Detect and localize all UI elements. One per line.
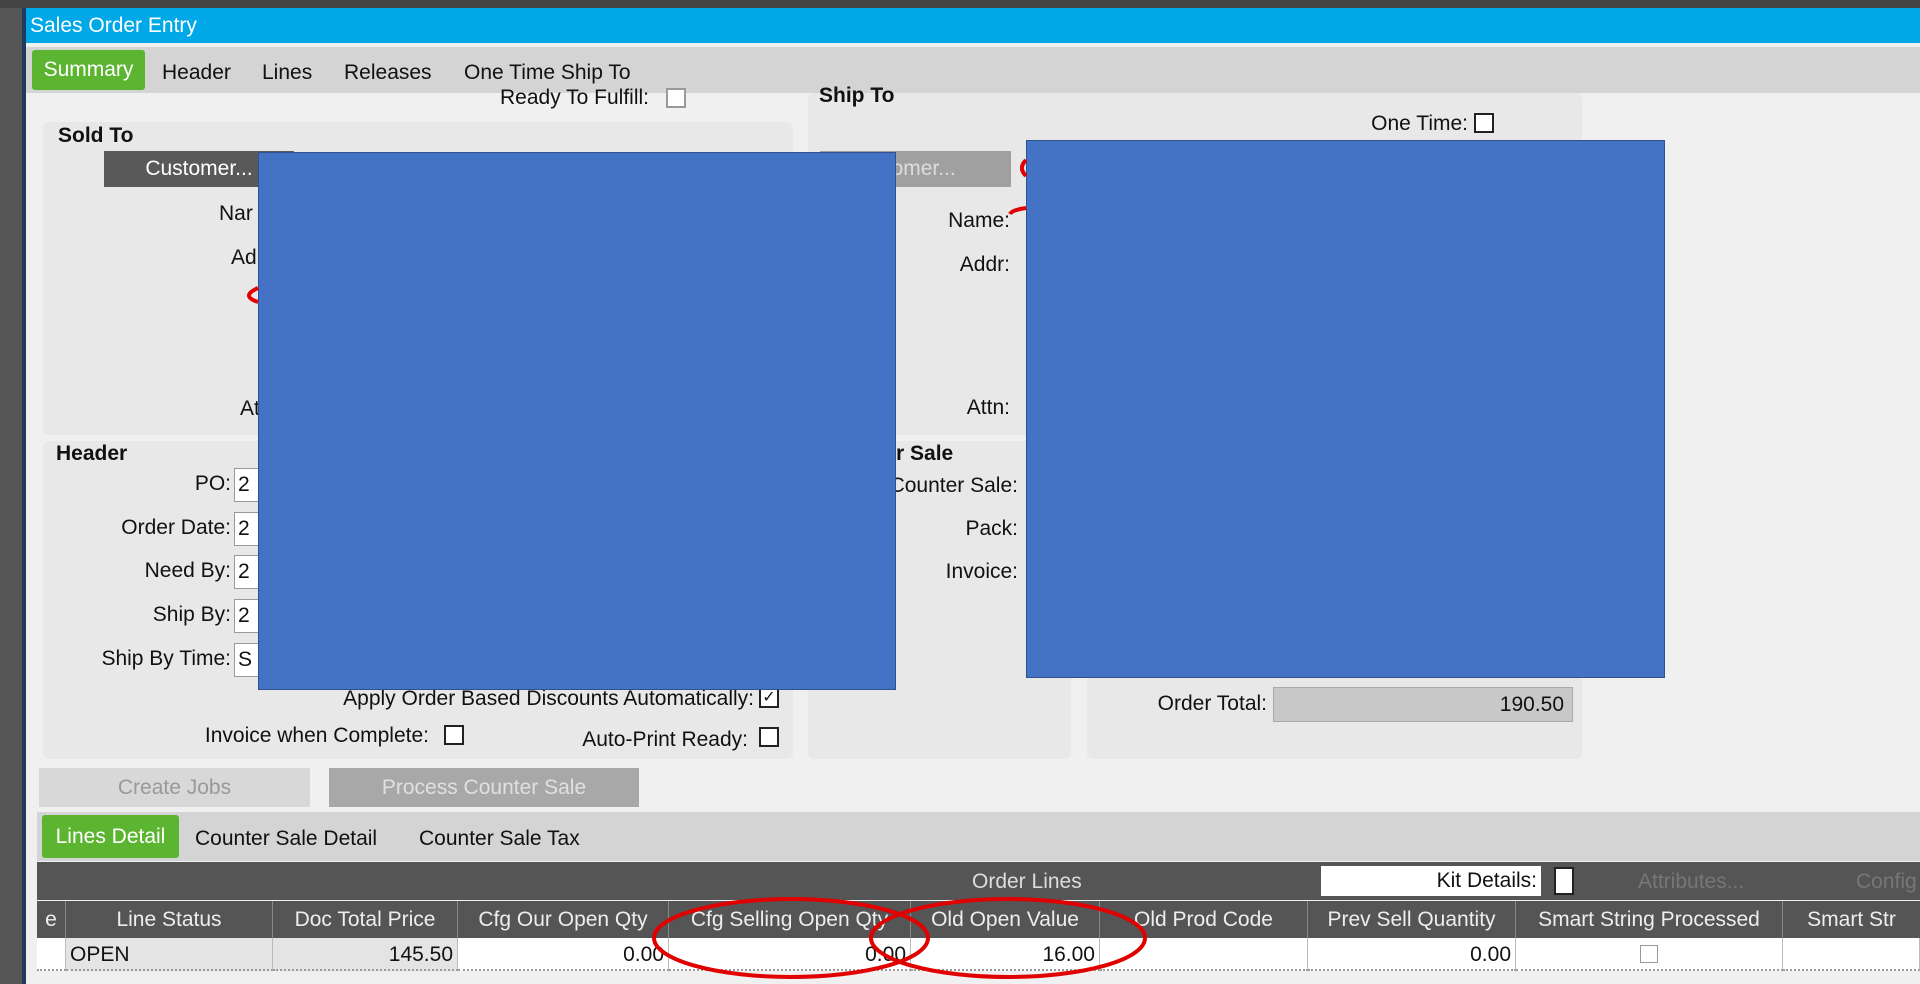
ship-to-title: Ship To — [819, 84, 895, 107]
column-header-line-status[interactable]: Line Status — [66, 901, 273, 938]
counter-sale-title: r Sale — [896, 442, 954, 465]
column-header-cfg-our-open-qty[interactable]: Cfg Our Open Qty — [458, 901, 669, 938]
sold-to-addr-label: Ad — [231, 246, 257, 269]
cell-smart-string-processed[interactable] — [1516, 938, 1783, 971]
tab-one-time-ship-to[interactable]: One Time Ship To — [464, 61, 631, 85]
tab-summary[interactable]: Summary — [32, 50, 145, 90]
sold-to-title: Sold To — [58, 124, 134, 147]
config-button[interactable]: Config — [1856, 870, 1917, 894]
kit-details-field: Kit Details: — [1321, 866, 1541, 896]
cell-line-status[interactable]: OPEN — [66, 938, 273, 971]
tab-counter-sale-tax[interactable]: Counter Sale Tax — [419, 827, 580, 851]
sold-to-attn-label: At — [240, 397, 260, 420]
column-header-doc-total-price[interactable]: Doc Total Price — [273, 901, 458, 938]
window-title: Sales Order Entry — [30, 14, 197, 37]
cell-smart-str[interactable] — [1783, 938, 1920, 971]
cell-cfg-our-open-qty[interactable]: 0.00 — [458, 938, 669, 971]
ship-to-name-label: Name: — [948, 209, 1010, 232]
tab-lines[interactable]: Lines — [262, 61, 312, 85]
cell-old-prod-code[interactable] — [1100, 938, 1308, 971]
order-lines-title: Order Lines — [972, 870, 1082, 893]
invoice-when-complete-checkbox[interactable] — [444, 725, 464, 745]
ship-to-addr-label: Addr: — [959, 253, 1010, 276]
apply-discounts-checkbox[interactable]: ✓ — [759, 688, 779, 708]
cell-prev-sell-quantity[interactable]: 0.00 — [1308, 938, 1516, 971]
sold-to-name-label: Nar — [219, 202, 253, 225]
smart-string-processed-checkbox[interactable] — [1640, 945, 1658, 963]
pack-label: Pack: — [965, 517, 1018, 540]
tab-counter-sale-detail[interactable]: Counter Sale Detail — [195, 827, 377, 851]
create-jobs-button[interactable]: Create Jobs — [39, 768, 310, 807]
column-header-old-prod-code[interactable]: Old Prod Code — [1100, 901, 1308, 938]
order-date-label: Order Date: — [121, 516, 231, 539]
tab-lines-detail[interactable]: Lines Detail — [42, 815, 179, 858]
header-title: Header — [56, 442, 128, 465]
cell-doc-total-price[interactable]: 145.50 — [273, 938, 458, 971]
ship-by-time-label: Ship By Time: — [101, 647, 231, 670]
column-header[interactable]: e — [37, 901, 66, 938]
po-label: PO: — [194, 472, 231, 495]
left-strip — [0, 8, 26, 984]
column-header-old-open-value[interactable]: Old Open Value — [911, 901, 1100, 938]
tab-header[interactable]: Header — [162, 61, 231, 85]
one-time-label: One Time: — [1371, 112, 1468, 135]
ship-to-attn-label: Attn: — [966, 396, 1010, 419]
auto-print-label: Auto-Print Ready: — [582, 728, 748, 751]
tab-releases[interactable]: Releases — [344, 61, 432, 85]
cell-old-open-value[interactable]: 16.00 — [911, 938, 1100, 971]
column-header-prev-sell-quantity[interactable]: Prev Sell Quantity — [1308, 901, 1516, 938]
invoice-when-complete-label: Invoice when Complete: — [204, 724, 429, 747]
redacted-region-sold-to — [258, 152, 896, 690]
column-header-smart-string-processed[interactable]: Smart String Processed — [1516, 901, 1783, 938]
counter-sale-label: Counter Sale: — [889, 474, 1018, 497]
one-time-checkbox[interactable] — [1474, 113, 1494, 133]
title-bar: Sales Order Entry — [26, 8, 1920, 43]
column-header-cfg-selling-open-qty[interactable]: Cfg Selling Open Qty — [669, 901, 911, 938]
column-header-smart-str[interactable]: Smart Str — [1783, 901, 1920, 938]
ready-to-fulfill-checkbox[interactable] — [666, 88, 686, 108]
ready-to-fulfill-label: Ready To Fulfill: — [499, 86, 649, 109]
cell-cfg-selling-open-qty[interactable]: 0.00 — [669, 938, 911, 971]
redacted-region-ship-to — [1026, 140, 1665, 678]
kit-details-checkbox[interactable] — [1554, 867, 1574, 895]
order-total-field: 190.50 — [1273, 687, 1573, 722]
ship-by-label: Ship By: — [152, 603, 231, 626]
invoice-label: Invoice: — [945, 560, 1018, 583]
need-by-label: Need By: — [144, 559, 231, 582]
process-counter-sale-button[interactable]: Process Counter Sale — [329, 768, 639, 807]
auto-print-checkbox[interactable] — [759, 727, 779, 747]
row-selector[interactable] — [37, 938, 66, 971]
attributes-button[interactable]: Attributes... — [1638, 870, 1744, 894]
order-total-label: Order Total: — [1157, 692, 1267, 715]
top-toolbar — [0, 0, 1920, 8]
apply-discounts-label: Apply Order Based Discounts Automaticall… — [343, 687, 754, 710]
